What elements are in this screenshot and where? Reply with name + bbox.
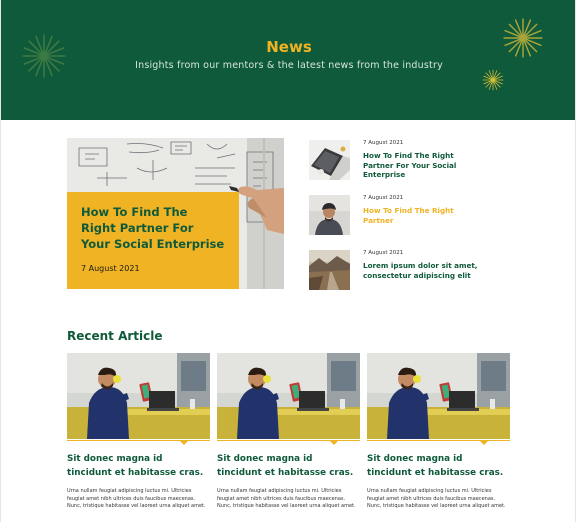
list-item[interactable]: 7 August 2021 How To Find The Right Part… — [309, 193, 499, 237]
side-news-title[interactable]: How To Find The Right Partner — [363, 206, 481, 225]
news-page: News Insights from our mentors & the lat… — [0, 0, 576, 522]
list-item[interactable]: 7 August 2021 Lorem ipsum dolor sit amet… — [309, 248, 499, 292]
side-news-date: 7 August 2021 — [363, 250, 404, 256]
list-item[interactable]: 7 August 2021 How To Find The Right Part… — [309, 138, 499, 182]
article-card[interactable]: Sit donec magna id tincidunt et habitass… — [67, 353, 210, 522]
featured-date: 7 August 2021 — [81, 264, 140, 273]
man-with-laptop-photo — [217, 353, 360, 439]
article-card[interactable]: Sit donec magna id tincidunt et habitass… — [367, 353, 510, 522]
featured-card: How To Find The Right Partner For Your S… — [67, 192, 239, 289]
divider-notch — [179, 440, 189, 445]
page-subtitle: Insights from our mentors & the latest n… — [135, 60, 443, 71]
article-excerpt: Urna nullam feugiat adipiscing luctus mi… — [367, 488, 506, 509]
man-with-laptop-photo — [67, 353, 210, 439]
article-excerpt: Urna nullam feugiat adipiscing luctus mi… — [67, 488, 206, 509]
article-title[interactable]: Sit donec magna id tincidunt et habitass… — [67, 452, 210, 480]
article-title[interactable]: Sit donec magna id tincidunt et habitass… — [217, 452, 360, 480]
laptop-desk-photo — [309, 140, 350, 180]
divider-notch — [329, 440, 339, 445]
side-news-date: 7 August 2021 — [363, 140, 404, 146]
side-news-title[interactable]: How To Find The Right Partner For Your S… — [363, 151, 481, 180]
featured-article[interactable]: How To Find The Right Partner For Your S… — [67, 138, 284, 289]
sparkle-icon — [482, 69, 504, 91]
side-news-title[interactable]: Lorem ipsum dolor sit amet, consectetur … — [363, 261, 481, 280]
mountain-road-photo — [309, 250, 350, 290]
article-title[interactable]: Sit donec magna id tincidunt et habitass… — [367, 452, 510, 480]
featured-title[interactable]: How To Find The Right Partner For Your S… — [81, 204, 225, 252]
hero-banner: News Insights from our mentors & the lat… — [1, 0, 575, 120]
side-news-date: 7 August 2021 — [363, 195, 404, 201]
divider-notch — [479, 440, 489, 445]
article-card[interactable]: Sit donec magna id tincidunt et habitass… — [217, 353, 360, 522]
man-with-laptop-photo — [367, 353, 510, 439]
article-excerpt: Urna nullam feugiat adipiscing luctus mi… — [217, 488, 356, 509]
section-title: Recent Article — [67, 329, 163, 343]
page-title: News — [266, 38, 312, 56]
man-portrait-photo — [309, 195, 350, 235]
